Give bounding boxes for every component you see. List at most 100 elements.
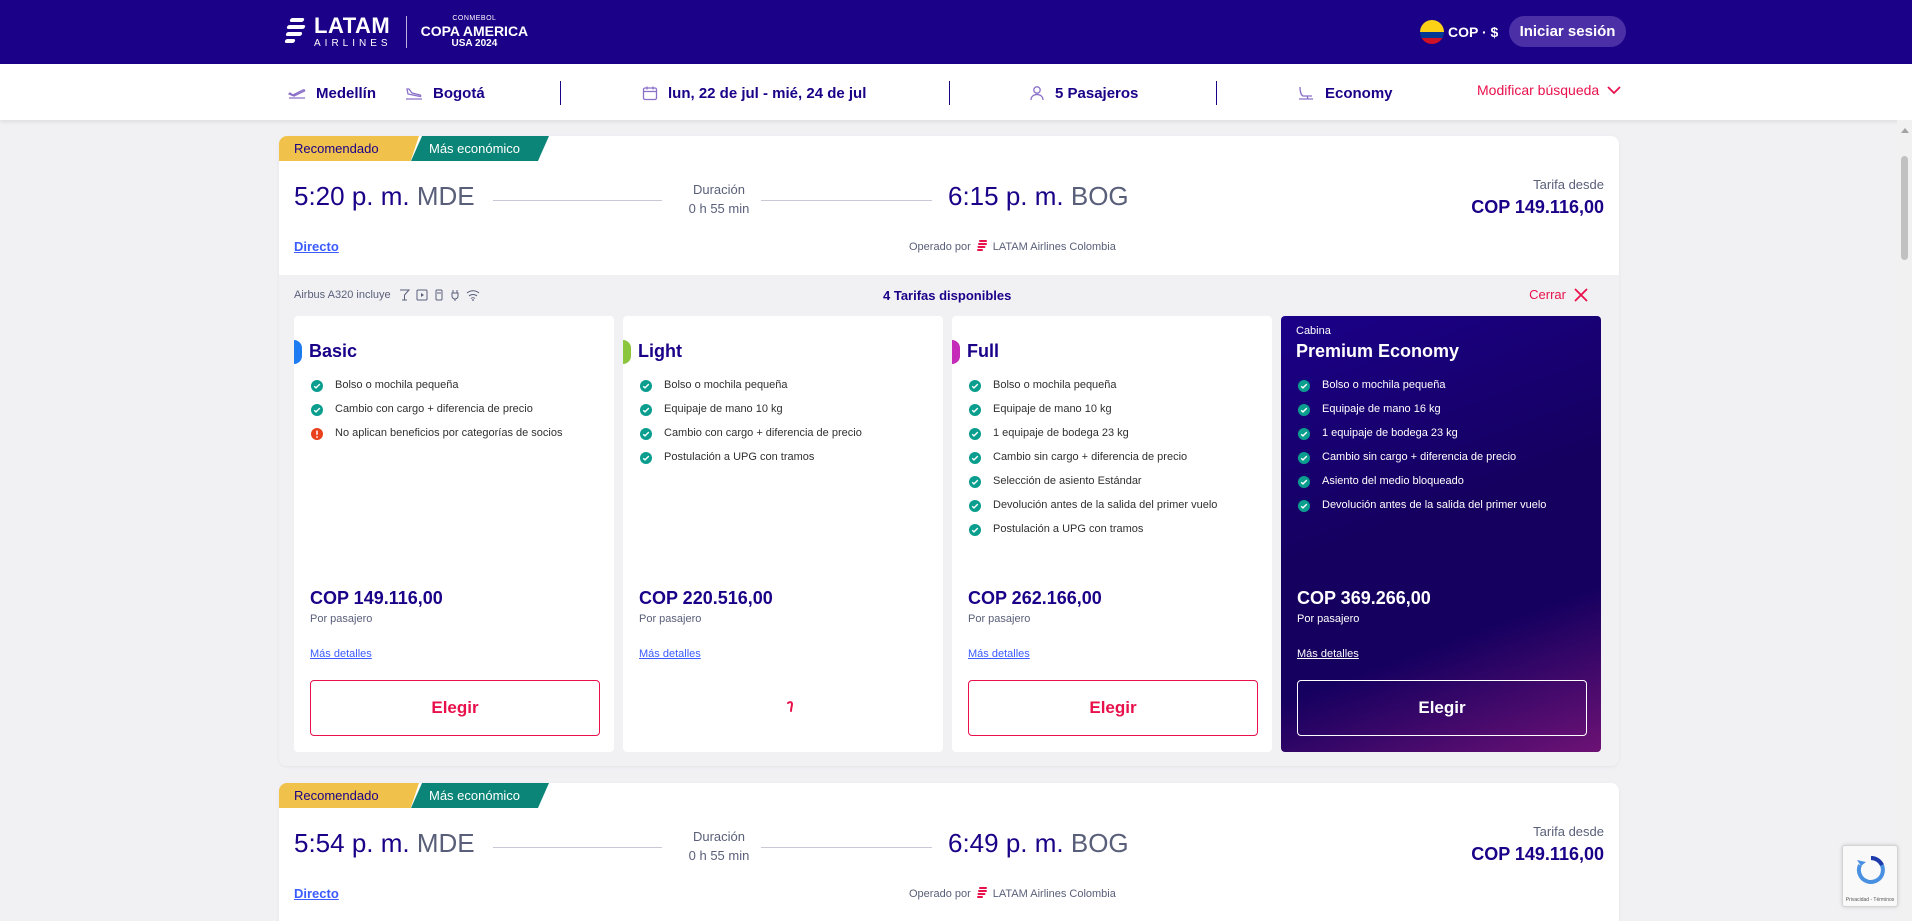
route-line xyxy=(761,200,932,201)
benefit-item: Asiento del medio bloqueado xyxy=(1298,475,1546,499)
calendar-icon xyxy=(642,86,658,101)
flight-duration: Duración 0 h 55 min xyxy=(688,182,750,216)
currency-label: COP · $ xyxy=(1448,24,1499,40)
benefit-item: No aplican beneficios por categorías de … xyxy=(311,427,562,451)
check-circle-icon xyxy=(1298,500,1310,512)
more-details-link[interactable]: Más detalles xyxy=(310,648,372,660)
search-divider xyxy=(949,81,950,105)
benefit-item: 1 equipaje de bodega 23 kg xyxy=(969,427,1217,451)
benefit-item: Cambio sin cargo + diferencia de precio xyxy=(1298,451,1546,475)
choose-fare-button[interactable]: Elegir xyxy=(968,680,1258,736)
fare-name: Premium Economy xyxy=(1296,341,1460,361)
check-circle-icon xyxy=(1298,452,1310,464)
cheapest-tag: Más económico xyxy=(411,783,549,808)
check-circle-icon xyxy=(969,452,981,464)
fare-accent xyxy=(952,340,960,364)
per-passenger-label: Por pasajero xyxy=(310,613,373,625)
latam-small-logo-icon xyxy=(976,887,987,898)
origin-summary[interactable]: Medellín xyxy=(288,82,376,104)
search-divider xyxy=(560,81,561,105)
check-circle-icon xyxy=(969,380,981,392)
check-circle-icon xyxy=(640,380,652,392)
currency-selector[interactable]: COP · $ xyxy=(1420,19,1498,45)
benefit-item: Devolución antes de la salida del primer… xyxy=(969,499,1217,523)
fares-count: 4 Tarifas disponibles xyxy=(883,288,1012,303)
entertainment-icon xyxy=(416,289,428,301)
cheapest-tag: Más económico xyxy=(411,136,549,161)
loading-spinner-icon xyxy=(787,701,794,712)
usb-icon xyxy=(435,289,443,301)
fare-card-basic[interactable]: Basic Bolso o mochila pequeña Cambio con… xyxy=(294,316,614,752)
flight-tags: Recomendado Más económico xyxy=(279,136,549,161)
check-circle-icon xyxy=(1298,476,1310,488)
check-circle-icon xyxy=(640,428,652,440)
chevron-down-icon xyxy=(1607,85,1621,94)
departure-time: 5:20 p. m. MDE xyxy=(294,181,475,211)
plane-landing-icon xyxy=(406,88,422,100)
flight-card[interactable]: Recomendado Más económico 5:54 p. m. MDE… xyxy=(279,783,1619,921)
plane-takeoff-icon xyxy=(288,89,306,99)
benefit-item: Bolso o mochila pequeña xyxy=(1298,379,1546,403)
latam-logo-icon xyxy=(284,16,308,48)
benefits-list: Bolso o mochila pequeña Equipaje de mano… xyxy=(1298,379,1546,523)
scrollbar-thumb[interactable] xyxy=(1901,156,1908,260)
recommended-tag: Recomendado xyxy=(279,136,419,161)
check-circle-icon xyxy=(1298,404,1310,416)
page-scrollbar[interactable] xyxy=(1897,120,1912,921)
cabin-label: Cabina xyxy=(1296,325,1331,337)
per-passenger-label: Por pasajero xyxy=(639,613,702,625)
modify-search-link[interactable]: Modificar búsqueda xyxy=(1477,82,1621,98)
recaptcha-terms: Privacidad - Términos xyxy=(1845,897,1895,903)
direct-flight-link[interactable]: Directo xyxy=(294,239,339,254)
recaptcha-badge[interactable]: Privacidad - Términos xyxy=(1842,845,1898,907)
copa-america-logo: CONMEBOL COPA AMERICA USA 2024 xyxy=(420,15,529,49)
more-details-link[interactable]: Más detalles xyxy=(1297,648,1359,660)
fare-accent xyxy=(623,340,631,364)
passengers-summary[interactable]: 5 Pasajeros xyxy=(1029,82,1138,104)
check-circle-icon xyxy=(969,428,981,440)
check-circle-icon xyxy=(640,452,652,464)
check-circle-icon xyxy=(311,404,323,416)
search-summary-bar: Medellín Bogotá lun, 22 de jul - mié, 24… xyxy=(0,64,1912,120)
fare-card-full[interactable]: Full Bolso o mochila pequeña Equipaje de… xyxy=(952,316,1272,752)
benefits-list: Bolso o mochila pequeña Equipaje de mano… xyxy=(640,379,862,475)
brand-logo[interactable]: LATAM AIRLINES CONMEBOL COPA AMERICA USA… xyxy=(284,13,528,51)
check-circle-icon xyxy=(311,380,323,392)
per-passenger-label: Por pasajero xyxy=(1297,613,1360,625)
close-fares-button[interactable]: Cerrar xyxy=(1529,287,1588,302)
fare-card-light[interactable]: Light Bolso o mochila pequeña Equipaje d… xyxy=(623,316,943,752)
latam-small-logo-icon xyxy=(976,240,987,251)
benefit-item: Equipaje de mano 10 kg xyxy=(969,403,1217,427)
choose-fare-button[interactable]: Elegir xyxy=(310,680,600,736)
direct-flight-link[interactable]: Directo xyxy=(294,886,339,901)
benefit-item: Bolso o mochila pequeña xyxy=(969,379,1217,403)
more-details-link[interactable]: Más detalles xyxy=(639,648,701,660)
route-line xyxy=(493,847,662,848)
fares-panel: Airbus A320 incluye 4 Tarifas disponible… xyxy=(279,275,1619,766)
more-details-link[interactable]: Más detalles xyxy=(968,648,1030,660)
departure-time: 5:54 p. m. MDE xyxy=(294,828,475,858)
fare-card-premium-economy[interactable]: Cabina Premium Economy Bolso o mochila p… xyxy=(1281,316,1601,752)
benefit-item: 1 equipaje de bodega 23 kg xyxy=(1298,427,1546,451)
choose-fare-button[interactable]: Elegir xyxy=(1297,680,1587,736)
fare-accent xyxy=(294,340,302,364)
benefit-item: Equipaje de mano 10 kg xyxy=(640,403,862,427)
check-circle-icon xyxy=(969,524,981,536)
scroll-up-arrow-icon[interactable] xyxy=(1901,128,1909,133)
seat-icon xyxy=(1299,86,1313,100)
benefit-item: Bolso o mochila pequeña xyxy=(311,379,562,403)
fare-price: COP 262.166,00 xyxy=(968,588,1102,608)
benefit-item: Cambio sin cargo + diferencia de precio xyxy=(969,451,1217,475)
cabin-summary[interactable]: Economy xyxy=(1297,82,1393,104)
fare-price: COP 369.266,00 xyxy=(1297,588,1431,608)
login-button[interactable]: Iniciar sesión xyxy=(1509,16,1626,47)
benefits-list: Bolso o mochila pequeña Cambio con cargo… xyxy=(311,379,562,451)
destination-summary[interactable]: Bogotá xyxy=(405,82,485,104)
benefit-item: Bolso o mochila pequeña xyxy=(640,379,862,403)
benefit-item: Selección de asiento Estándar xyxy=(969,475,1217,499)
person-icon xyxy=(1030,86,1044,101)
dates-summary[interactable]: lun, 22 de jul - mié, 24 de jul xyxy=(642,82,866,104)
flight-card[interactable]: Recomendado Más económico 5:20 p. m. MDE… xyxy=(279,136,1619,766)
top-navbar: LATAM AIRLINES CONMEBOL COPA AMERICA USA… xyxy=(0,0,1912,64)
fare-price: COP 149.116,00 xyxy=(310,588,443,608)
